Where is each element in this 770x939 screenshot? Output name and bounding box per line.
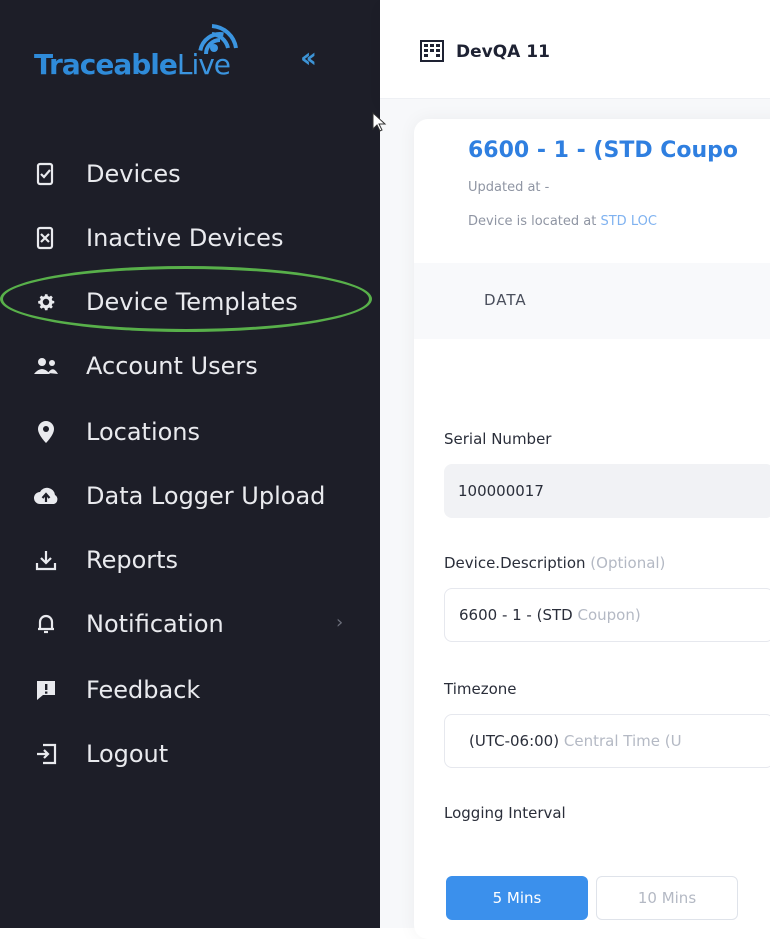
sidebar-item-reports[interactable]: Reports	[32, 540, 178, 580]
sidebar-item-label: Locations	[86, 418, 201, 446]
sidebar-item-account-users[interactable]: Account Users	[32, 346, 258, 386]
sidebar-item-label: Notification	[86, 610, 224, 638]
sidebar-item-label: Reports	[86, 546, 179, 574]
bell-icon	[32, 610, 60, 638]
sidebar-item-devices[interactable]: Devices	[32, 154, 181, 194]
sidebar-item-label: Devices	[86, 160, 181, 188]
interval-10-mins-button[interactable]: 10 Mins	[596, 876, 738, 920]
timezone-label: Timezone	[444, 680, 517, 698]
updated-at: Updated at -	[468, 180, 550, 195]
interval-5-mins-button[interactable]: 5 Mins	[446, 876, 588, 920]
serial-number-label: Serial Number	[444, 430, 552, 448]
sidebar-item-label: Inactive Devices	[86, 224, 284, 252]
top-bar: DevQA 11	[380, 0, 770, 99]
sidebar-item-label: Device Templates	[86, 288, 298, 316]
sidebar-item-logout[interactable]: Logout	[32, 734, 168, 774]
device-x-icon	[32, 224, 60, 252]
app-logo[interactable]: TraceableLive	[34, 18, 294, 88]
mouse-cursor-icon	[372, 112, 387, 132]
users-icon	[32, 352, 60, 380]
description-label: Device.Description (Optional)	[444, 554, 666, 572]
sidebar-item-locations[interactable]: Locations	[32, 412, 200, 452]
gear-icon	[32, 288, 60, 316]
sidebar-item-data-logger-upload[interactable]: Data Logger Upload	[32, 476, 325, 516]
tab-data[interactable]: DATA	[484, 291, 527, 309]
sidebar-item-label: Data Logger Upload	[86, 482, 326, 510]
device-check-icon	[32, 160, 60, 188]
feedback-icon	[32, 676, 60, 704]
tenant-name[interactable]: DevQA 11	[456, 42, 550, 62]
device-title: 6600 - 1 - (STD Coupo	[468, 138, 739, 163]
sidebar-item-label: Account Users	[86, 352, 258, 380]
sidebar-item-label: Feedback	[86, 676, 201, 704]
building-icon	[420, 40, 444, 66]
sidebar-item-feedback[interactable]: Feedback	[32, 670, 200, 710]
location-link[interactable]: STD LOC	[600, 214, 656, 229]
logging-interval-label: Logging Interval	[444, 804, 566, 822]
serial-number-field[interactable]: 100000017	[444, 464, 770, 518]
download-icon	[32, 546, 60, 574]
description-field[interactable]: 6600 - 1 - (STD Coupon)	[444, 588, 770, 642]
sidebar-item-notification[interactable]: Notification ›	[32, 604, 362, 644]
tab-bar: DATA	[414, 263, 770, 339]
map-pin-icon	[32, 418, 60, 446]
sidebar: TraceableLive ‹‹ Devices Inactive Device…	[0, 0, 380, 928]
device-location: Device is located at STD LOC	[468, 214, 657, 229]
logo-text: TraceableLive	[34, 48, 231, 81]
logout-icon	[32, 740, 60, 768]
sidebar-item-inactive-devices[interactable]: Inactive Devices	[32, 218, 283, 258]
cloud-upload-icon	[32, 482, 60, 510]
collapse-sidebar-button[interactable]: ‹‹	[300, 44, 317, 72]
sidebar-item-device-templates[interactable]: Device Templates	[32, 282, 298, 322]
sidebar-item-label: Logout	[86, 740, 169, 768]
chevron-right-icon: ›	[336, 612, 344, 633]
timezone-select[interactable]: (UTC-06:00) Central Time (U	[444, 714, 770, 768]
